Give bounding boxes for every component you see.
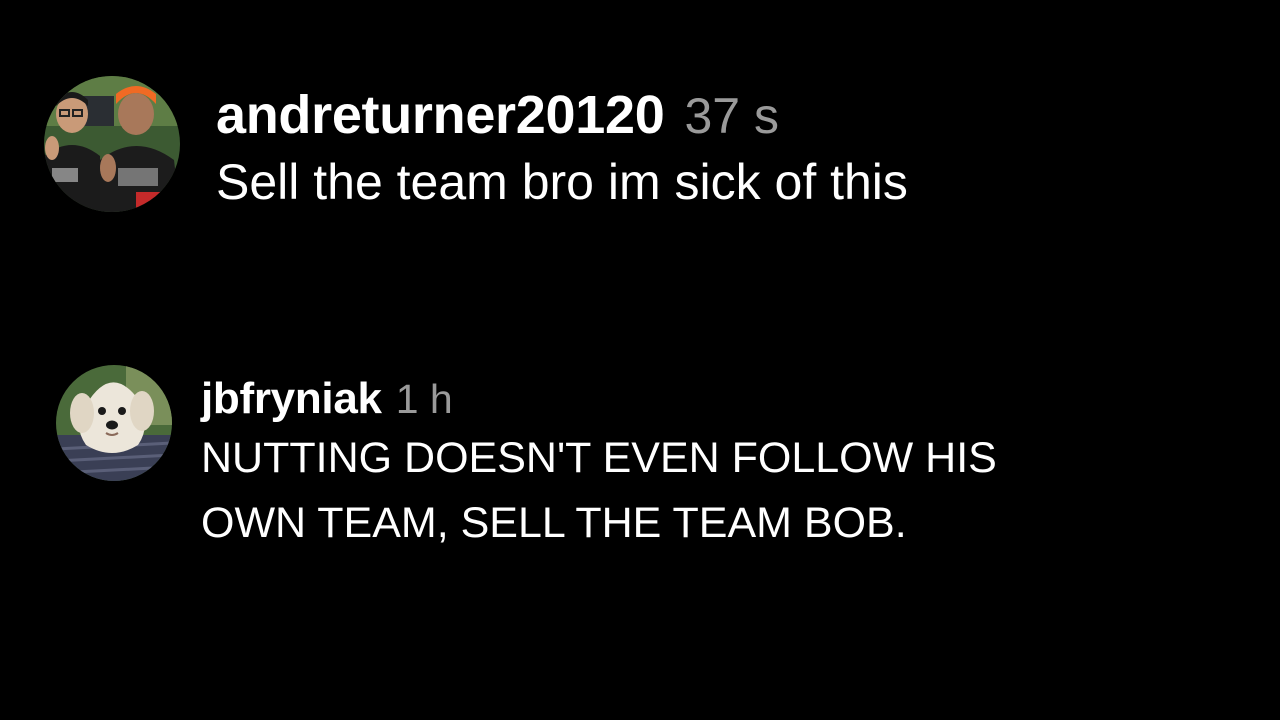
comment-body: jbfryniak 1 h NUTTING DOESN'T EVEN FOLLO… <box>201 374 1061 555</box>
comment: andreturner20120 37 s Sell the team bro … <box>44 76 908 212</box>
comment-text: Sell the team bro im sick of this <box>216 154 908 210</box>
comment-text: NUTTING DOESN'T EVEN FOLLOW HIS OWN TEAM… <box>201 434 997 547</box>
comment: jbfryniak 1 h NUTTING DOESN'T EVEN FOLLO… <box>56 365 1061 555</box>
avatar[interactable] <box>56 365 172 481</box>
timestamp: 37 s <box>684 88 779 144</box>
profile-photo-two-people-icon <box>44 76 180 212</box>
comments-screen: andreturner20120 37 s Sell the team bro … <box>0 0 1280 720</box>
username[interactable]: andreturner20120 <box>216 84 665 146</box>
comment-body: andreturner20120 37 s Sell the team bro … <box>216 84 908 212</box>
username[interactable]: jbfryniak <box>201 374 382 424</box>
profile-photo-white-dog-icon <box>56 365 172 481</box>
timestamp: 1 h <box>395 376 453 422</box>
comment-header: andreturner20120 37 s <box>216 84 908 146</box>
avatar[interactable] <box>44 76 180 212</box>
comment-header: jbfryniak 1 h <box>201 374 1061 424</box>
